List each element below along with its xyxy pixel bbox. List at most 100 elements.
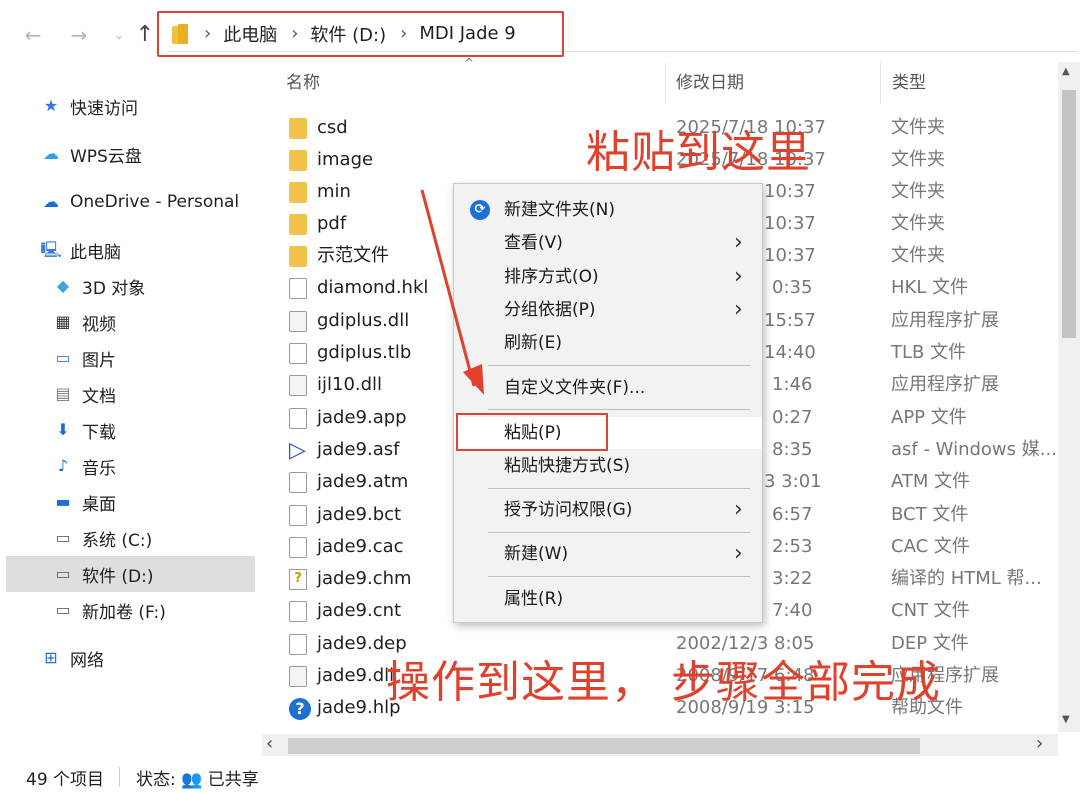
media-file-icon: ▷ — [289, 438, 306, 463]
sidebar-item-documents[interactable]: ▤ 文档 — [52, 376, 307, 412]
menu-item-new-folder[interactable]: ⟳ 新建文件夹(N) — [454, 194, 762, 226]
column-divider[interactable] — [665, 62, 666, 104]
menu-item-refresh[interactable]: 刷新(E) — [454, 327, 762, 359]
scroll-down-arrow-icon[interactable]: ▼ — [1062, 714, 1070, 725]
sidebar-item-pictures[interactable]: ▭ 图片 — [52, 340, 307, 376]
menu-item-give-access[interactable]: 授予访问权限(G) › — [454, 494, 762, 526]
scroll-right-arrow-icon[interactable]: › — [1036, 733, 1043, 754]
sidebar-item-music[interactable]: ♪ 音乐 — [52, 448, 307, 484]
file-icon — [289, 278, 307, 299]
column-header-date[interactable]: 修改日期 — [676, 62, 744, 104]
paste-highlight-box — [456, 413, 608, 451]
horizontal-scroll-thumb[interactable] — [288, 738, 920, 754]
file-icon — [289, 472, 307, 493]
sidebar-item-desktop[interactable]: ▬ 桌面 — [52, 484, 307, 520]
menu-item-customize-folder[interactable]: 自定义文件夹(F)... — [454, 372, 762, 404]
file-date: 10:37 — [764, 245, 816, 266]
file-name: csd — [317, 117, 348, 138]
menu-item-label: 粘贴快捷方式(S) — [504, 456, 631, 476]
menu-item-view[interactable]: 查看(V) › — [454, 227, 762, 259]
folder-icon — [289, 182, 307, 203]
menu-item-label: 排序方式(O) — [504, 267, 599, 287]
network-icon: ⊞ — [44, 648, 58, 667]
file-date: 8:35 — [772, 439, 813, 460]
scroll-left-arrow-icon[interactable]: ‹ — [266, 733, 273, 754]
up-arrow-icon[interactable]: ↑ — [132, 22, 158, 48]
sidebar-item-wps-cloud[interactable]: ☁ WPS云盘 — [40, 136, 295, 172]
file-date: 10:37 — [764, 213, 816, 234]
file-name: jade9.cnt — [317, 600, 402, 621]
file-name: 示范文件 — [317, 245, 389, 266]
file-name: jade9.app — [317, 407, 407, 428]
column-divider[interactable] — [880, 62, 881, 104]
sidebar-item-drive-f[interactable]: ▭ 新加卷 (F:) — [52, 592, 307, 628]
sidebar-item-label: WPS云盘 — [70, 146, 142, 167]
recent-locations-chevron-icon[interactable]: ⌄ — [106, 22, 132, 48]
sidebar-item-label: 新加卷 (F:) — [82, 602, 166, 623]
menu-item-label: 新建文件夹(N) — [504, 200, 615, 220]
file-type: HKL 文件 — [891, 277, 969, 298]
sidebar-item-quick-access[interactable]: ★ 快速访问 — [40, 88, 295, 124]
file-icon — [289, 505, 307, 526]
navigation-pane: ★ 快速访问 ☁ WPS云盘 ☁ OneDrive - Personal 🖳 此… — [0, 62, 262, 732]
cloud-icon: ☁ — [43, 144, 59, 163]
computer-icon: 🖳 — [40, 240, 62, 259]
sidebar-item-this-pc[interactable]: 🖳 此电脑 — [40, 232, 295, 268]
sidebar-item-drive-c[interactable]: ▭ 系统 (C:) — [52, 520, 307, 556]
sidebar-item-label: 文档 — [82, 386, 116, 407]
sidebar-item-label: 视频 — [82, 314, 116, 335]
menu-item-new[interactable]: 新建(W) › — [454, 538, 762, 570]
scroll-up-arrow-icon[interactable]: ▲ — [1062, 66, 1070, 77]
sidebar-item-3d-objects[interactable]: ◆ 3D 对象 — [52, 268, 307, 304]
sort-ascending-caret-icon: ^ — [464, 56, 475, 70]
sidebar-item-network[interactable]: ⊞ 网络 — [40, 640, 295, 676]
music-icon: ♪ — [57, 456, 69, 475]
column-header-name[interactable]: 名称 — [286, 62, 320, 104]
annotation-paste-here: 粘贴到这里 — [586, 127, 811, 178]
status-bar: 49 个项目 状态: 👥 已共享 — [0, 757, 1080, 793]
back-arrow-icon[interactable]: ← — [20, 22, 46, 48]
column-header-type[interactable]: 类型 — [892, 62, 926, 104]
share-state: 状态: 👥 已共享 — [136, 770, 259, 790]
sidebar-item-downloads[interactable]: ⬇ 下载 — [52, 412, 307, 448]
help-document-icon: ? — [289, 569, 307, 590]
sidebar-item-drive-d[interactable]: ▭ 软件 (D:) — [6, 556, 255, 592]
file-type: BCT 文件 — [891, 504, 969, 525]
dll-file-icon — [289, 311, 307, 332]
sidebar-item-label: 音乐 — [82, 458, 116, 479]
folder-icon — [289, 118, 307, 139]
onedrive-icon: ☁ — [43, 192, 59, 211]
sidebar-item-videos[interactable]: ▦ 视频 — [52, 304, 307, 340]
menu-separator — [488, 409, 750, 410]
file-icon — [289, 634, 307, 655]
file-date: 3:22 — [772, 568, 813, 589]
vertical-scroll-thumb[interactable] — [1062, 90, 1076, 338]
file-name: gdiplus.dll — [317, 310, 410, 331]
folder-icon — [289, 214, 307, 235]
file-type: asf - Windows 媒... — [891, 439, 1057, 460]
sidebar-item-label: 系统 (C:) — [82, 530, 153, 551]
menu-item-label: 刷新(E) — [504, 333, 563, 353]
picture-icon: ▭ — [55, 348, 71, 367]
menu-separator — [488, 576, 750, 577]
file-date: 3 3:01 — [764, 471, 822, 492]
menu-item-label: 分组依据(P) — [504, 300, 596, 320]
sidebar-item-onedrive[interactable]: ☁ OneDrive - Personal — [40, 184, 295, 220]
forward-arrow-icon[interactable]: → — [66, 22, 92, 48]
menu-item-properties[interactable]: 属性(R) — [454, 583, 762, 615]
menu-item-paste-shortcut[interactable]: 粘贴快捷方式(S) — [454, 450, 762, 482]
file-icon — [289, 343, 307, 364]
desktop-icon: ▬ — [55, 492, 71, 511]
file-type: 应用程序扩展 — [891, 310, 999, 331]
file-type: 文件夹 — [891, 117, 945, 138]
file-type: CAC 文件 — [891, 536, 970, 557]
file-icon — [289, 408, 307, 429]
chevron-right-icon: › — [734, 497, 743, 522]
annotation-steps-complete: 操作到这里， 步骤全部完成 — [386, 657, 941, 708]
menu-item-sort-by[interactable]: 排序方式(O) › — [454, 261, 762, 293]
file-date: 1:46 — [772, 374, 813, 395]
file-type: TLB 文件 — [891, 342, 967, 363]
menu-item-group-by[interactable]: 分组依据(P) › — [454, 294, 762, 326]
download-icon: ⬇ — [56, 420, 70, 439]
status-divider — [119, 767, 120, 787]
